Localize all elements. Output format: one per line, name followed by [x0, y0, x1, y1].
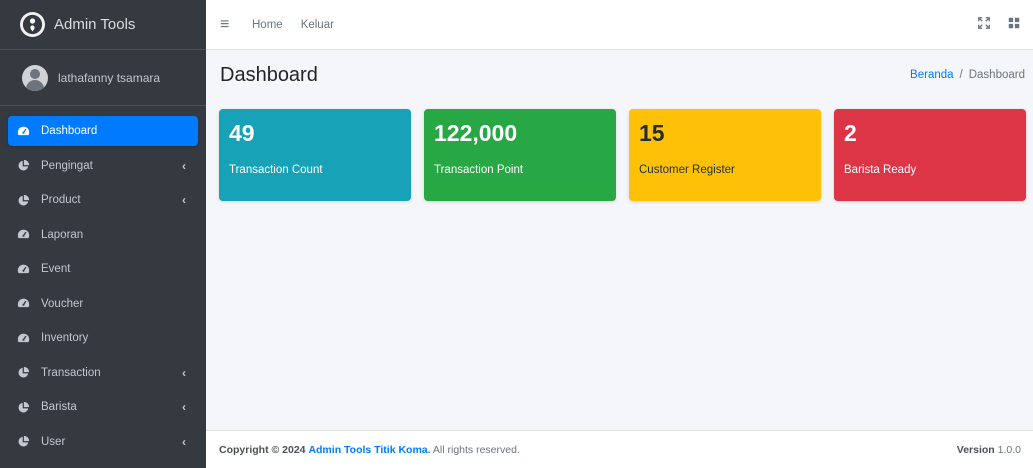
copyright-text: Copyright © 2024 Admin Tools Titik Koma.… — [219, 444, 520, 456]
sidebar-nav: Dashboard Pengingat ‹ Product ‹ Laporan … — [0, 106, 206, 457]
breadcrumb-current: Dashboard — [968, 69, 1025, 81]
stat-label: Customer Register — [639, 164, 735, 177]
tachometer-icon — [17, 263, 30, 276]
stat-label: Transaction Count — [229, 164, 323, 177]
menu-toggle-icon[interactable]: ≡ — [220, 16, 234, 34]
stat-box-transaction-point[interactable]: 122,000 Transaction Point — [424, 109, 616, 201]
chevron-left-icon: ‹ — [182, 365, 186, 380]
avatar — [22, 64, 48, 91]
sidebar-item-label: User — [41, 435, 66, 448]
sidebar-item-barista[interactable]: Barista ‹ — [8, 392, 198, 422]
copyright-prefix: Copyright © 2024 — [219, 443, 306, 456]
sidebar-item-pengingat[interactable]: Pengingat ‹ — [8, 151, 198, 181]
chart-pie-icon — [17, 194, 30, 207]
version-number: 1.0.0 — [997, 443, 1021, 456]
sidebar-item-label: Pengingat — [41, 159, 93, 172]
chart-pie-icon — [17, 401, 30, 414]
main-footer: Copyright © 2024 Admin Tools Titik Koma.… — [206, 430, 1033, 468]
user-panel[interactable]: lathafanny tsamara — [0, 50, 206, 106]
stat-box-barista-ready[interactable]: 2 Barista Ready — [834, 109, 1026, 201]
user-name: lathafanny tsamara — [58, 70, 161, 85]
version-info: Version 1.0.0 — [957, 444, 1021, 456]
nav-logout-link[interactable]: Keluar — [301, 19, 334, 31]
chart-pie-icon — [17, 366, 30, 379]
sidebar-item-label: Product — [41, 194, 81, 206]
chevron-left-icon: ‹ — [182, 400, 186, 414]
sidebar-item-label: Dashboard — [41, 125, 98, 137]
sidebar-item-laporan[interactable]: Laporan — [8, 220, 198, 250]
brand-link[interactable]: Admin Tools — [0, 0, 206, 50]
chart-pie-icon — [17, 159, 30, 172]
breadcrumb-home-link[interactable]: Beranda — [910, 69, 953, 81]
footer-brand-link[interactable]: Admin Tools Titik Koma. — [308, 444, 430, 456]
chevron-left-icon: ‹ — [182, 193, 186, 207]
stat-label: Barista Ready — [844, 164, 917, 177]
tachometer-icon — [17, 297, 30, 310]
content-wrapper: Dashboard Beranda / Dashboard 49 Transacti… — [206, 50, 1033, 430]
stat-value: 2 — [844, 120, 857, 146]
sidebar-item-product[interactable]: Product ‹ — [8, 185, 198, 215]
navbar-right-actions — [977, 16, 1021, 33]
grid-icon[interactable] — [1007, 16, 1021, 33]
sidebar-item-inventory[interactable]: Inventory — [8, 323, 198, 353]
tachometer-icon — [17, 228, 30, 241]
brand-logo-icon — [20, 12, 45, 37]
chevron-left-icon: ‹ — [182, 434, 186, 449]
breadcrumb-separator: / — [959, 69, 963, 81]
sidebar-item-label: Voucher — [41, 297, 84, 310]
stat-label: Transaction Point — [434, 164, 524, 177]
tachometer-icon — [17, 125, 30, 138]
sidebar-item-label: Event — [41, 263, 71, 275]
sidebar-item-dashboard[interactable]: Dashboard — [8, 116, 198, 146]
sidebar-item-label: Transaction — [41, 366, 101, 379]
sidebar-item-transaction[interactable]: Transaction ‹ — [8, 358, 198, 388]
nav-home-link[interactable]: Home — [252, 19, 283, 31]
copyright-suffix: All rights reserved. — [432, 443, 520, 456]
stat-value: 15 — [639, 120, 665, 146]
stat-box-transaction-count[interactable]: 49 Transaction Count — [219, 109, 411, 201]
sidebar-item-label: Barista — [41, 401, 77, 413]
page-title: Dashboard — [220, 64, 318, 86]
top-navbar: ≡ Home Keluar — [206, 0, 1033, 50]
stat-box-customer-register[interactable]: 15 Customer Register — [629, 109, 821, 201]
fullscreen-icon[interactable] — [977, 16, 991, 33]
stat-value: 122,000 — [434, 120, 518, 146]
version-label: Version — [956, 443, 995, 456]
sidebar-item-user[interactable]: User ‹ — [8, 427, 198, 457]
sidebar-item-label: Inventory — [41, 332, 89, 344]
chart-pie-icon — [17, 435, 30, 448]
sidebar-item-event[interactable]: Event — [8, 254, 198, 284]
tachometer-icon — [17, 332, 30, 345]
brand-title: Admin Tools — [54, 16, 136, 33]
stat-value: 49 — [229, 120, 255, 146]
main-sidebar: Admin Tools lathafanny tsamara Dashboard… — [0, 0, 206, 468]
sidebar-item-voucher[interactable]: Voucher — [8, 289, 198, 319]
breadcrumb: Beranda / Dashboard — [910, 69, 1025, 81]
chevron-left-icon: ‹ — [182, 158, 186, 173]
sidebar-item-label: Laporan — [41, 228, 84, 241]
